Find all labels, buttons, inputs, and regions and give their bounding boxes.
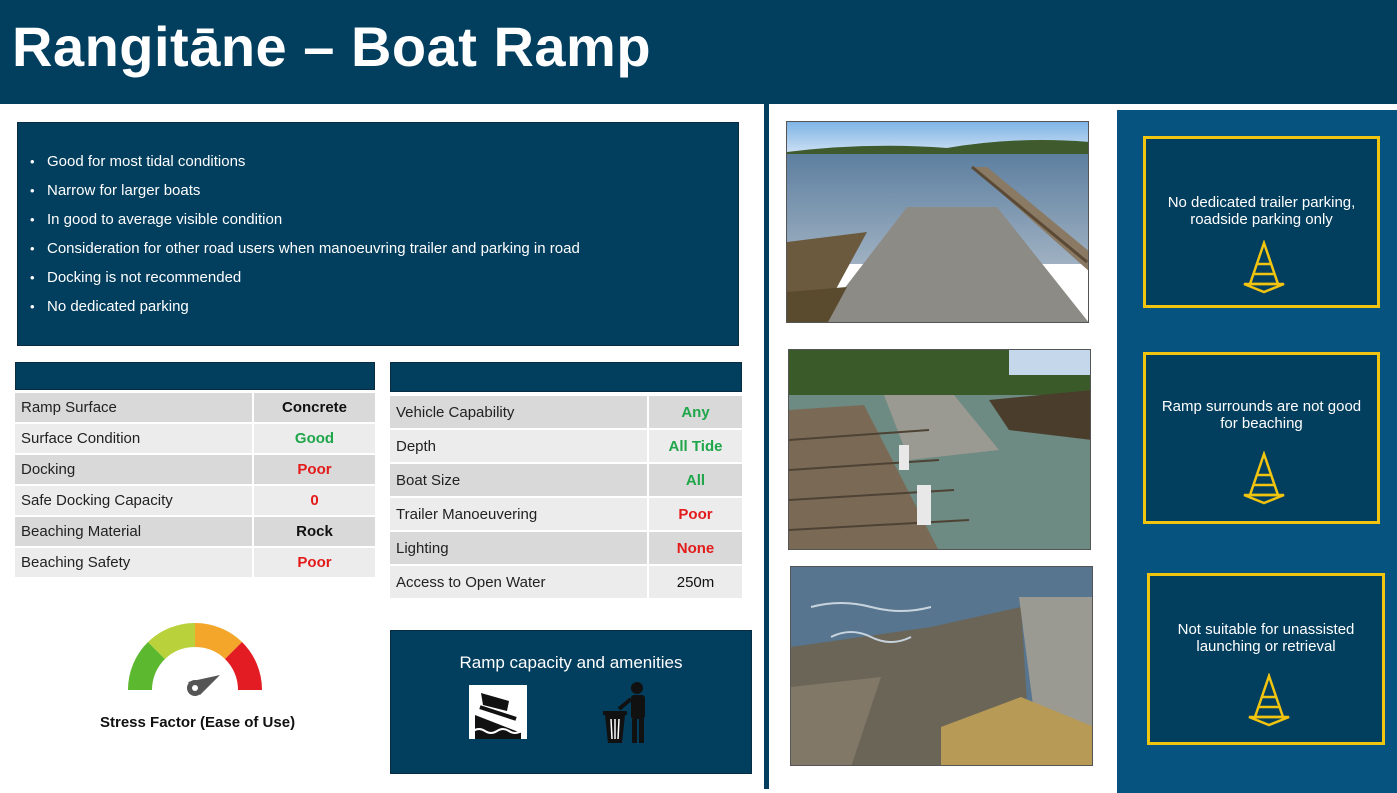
ramp-table-header <box>15 362 375 390</box>
vehicle-table-header <box>390 362 742 392</box>
vehicle-table-row: Trailer Manoeuvering Poor <box>390 498 742 530</box>
traffic-cone-icon <box>1243 451 1285 505</box>
vehicle-table-value: Any <box>649 396 742 428</box>
ramp-table-label: Ramp Surface <box>15 393 252 422</box>
warning-text: No dedicated trailer parking, roadside p… <box>1167 194 1356 228</box>
ramp-table-label: Beaching Safety <box>15 548 252 577</box>
column-divider <box>764 104 769 789</box>
ramp-table-label: Surface Condition <box>15 424 252 453</box>
amenities-panel: Ramp capacity and amenities <box>390 630 752 774</box>
note-item: No dedicated parking <box>30 296 580 325</box>
stress-factor-label: Stress Factor (Ease of Use) <box>100 714 296 731</box>
vehicle-table-value: All Tide <box>649 430 742 462</box>
rubbish-bin-icon <box>601 681 655 745</box>
note-item: Narrow for larger boats <box>30 180 580 209</box>
traffic-cone-icon <box>1243 240 1285 294</box>
speedometer-icon <box>127 622 263 696</box>
ramp-table-value: 0 <box>254 486 375 515</box>
vehicle-table-label: Vehicle Capability <box>390 396 647 428</box>
ramp-table-value: Concrete <box>254 393 375 422</box>
vehicle-table-row: Boat Size All <box>390 464 742 496</box>
ramp-table-value: Poor <box>254 548 375 577</box>
note-item: Docking is not recommended <box>30 267 580 296</box>
notes-list: Good for most tidal conditions Narrow fo… <box>30 151 580 325</box>
page-title: Rangitāne – Boat Ramp <box>12 15 652 78</box>
notes-panel: Good for most tidal conditions Narrow fo… <box>17 122 739 346</box>
ramp-table-value: Poor <box>254 455 375 484</box>
ramp-table-label: Safe Docking Capacity <box>15 486 252 515</box>
vehicle-table-row: Lighting None <box>390 532 742 564</box>
vehicle-table-value: Poor <box>649 498 742 530</box>
warning-text: Ramp surrounds are not good for beaching <box>1161 398 1362 432</box>
warning-text: Not suitable for unassisted launching or… <box>1177 621 1355 655</box>
vehicle-table-row: Vehicle Capability Any <box>390 396 742 428</box>
vehicle-table-label: Access to Open Water <box>390 566 647 598</box>
vehicle-table-row: Access to Open Water 250m <box>390 566 742 598</box>
ramp-table-label: Beaching Material <box>15 517 252 546</box>
header-bar: Rangitāne – Boat Ramp <box>0 0 1397 104</box>
traffic-cone-icon <box>1248 673 1290 727</box>
note-item: In good to average visible condition <box>30 209 580 238</box>
amenities-title: Ramp capacity and amenities <box>459 653 683 672</box>
ramp-table-row: Beaching Material Rock <box>15 517 375 546</box>
note-item: Consideration for other road users when … <box>30 238 580 267</box>
warning-card-launching: Not suitable for unassisted launching or… <box>1147 573 1385 745</box>
ramp-table-row: Beaching Safety Poor <box>15 548 375 577</box>
warning-card-beaching: Ramp surrounds are not good for beaching <box>1143 352 1380 524</box>
ramp-photo-2 <box>788 349 1091 550</box>
vehicle-table-value: 250m <box>649 566 742 598</box>
vehicle-table-value: None <box>649 532 742 564</box>
vehicle-table-label: Lighting <box>390 532 647 564</box>
ramp-table-row: Ramp Surface Concrete <box>15 393 375 422</box>
boat-ramp-icon <box>469 685 527 739</box>
vehicle-table-label: Depth <box>390 430 647 462</box>
ramp-table-value: Good <box>254 424 375 453</box>
ramp-photo-1 <box>786 121 1089 323</box>
vehicle-table-label: Trailer Manoeuvering <box>390 498 647 530</box>
ramp-table-value: Rock <box>254 517 375 546</box>
vehicle-table-label: Boat Size <box>390 464 647 496</box>
note-item: Good for most tidal conditions <box>30 151 580 180</box>
stress-gauge <box>120 620 270 700</box>
ramp-table-row: Surface Condition Good <box>15 424 375 453</box>
ramp-table-row: Safe Docking Capacity 0 <box>15 486 375 515</box>
warning-card-parking: No dedicated trailer parking, roadside p… <box>1143 136 1380 308</box>
vehicle-table-value: All <box>649 464 742 496</box>
ramp-photo-3 <box>790 566 1093 766</box>
ramp-table-label: Docking <box>15 455 252 484</box>
vehicle-table-row: Depth All Tide <box>390 430 742 462</box>
ramp-table-row: Docking Poor <box>15 455 375 484</box>
